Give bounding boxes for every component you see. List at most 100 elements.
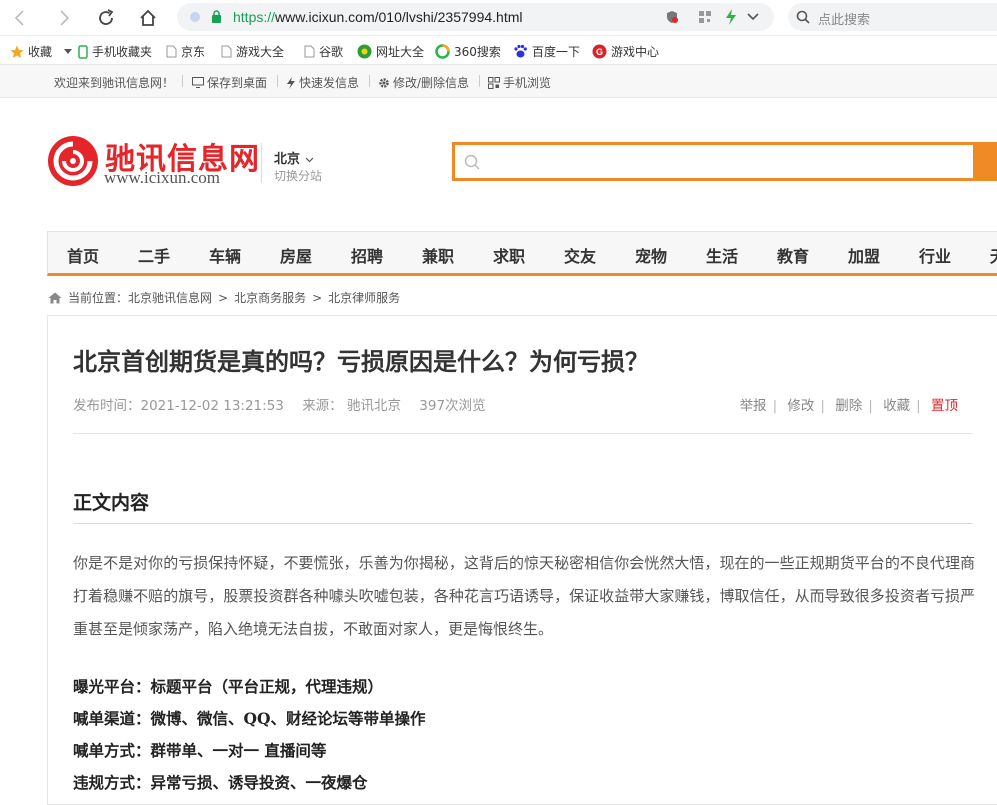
- nav-parttime[interactable]: 兼职: [422, 243, 454, 267]
- qr-icon[interactable]: [699, 11, 711, 23]
- breadcrumb-prefix: 当前位置：: [68, 291, 129, 305]
- browser-search-input[interactable]: 点此搜索: [788, 3, 997, 31]
- view-count: 397次浏览: [419, 398, 486, 414]
- reload-icon[interactable]: [94, 6, 118, 30]
- edit-delete-link[interactable]: 修改/删除信息: [378, 74, 469, 91]
- delete-link[interactable]: 删除: [835, 398, 862, 414]
- breadcrumb: 当前位置： 北京驰讯信息网 > 北京商务服务 > 北京律师服务: [48, 289, 400, 306]
- nav-pets[interactable]: 宠物: [635, 243, 667, 267]
- edit-link[interactable]: 修改: [787, 398, 814, 414]
- pin-top-link[interactable]: 置顶: [931, 398, 958, 414]
- article-paragraph: 你是不是对你的亏损保持怀疑，不要慌张，乐善为你揭秘，这背后的惊天秘密相信你会恍然…: [73, 554, 975, 638]
- game-center-icon: G: [592, 44, 607, 59]
- site-top-bar: 欢迎来到驰讯信息网！ 保存到桌面 快速发信息 修改/删除信息 手机浏览: [0, 65, 997, 98]
- nav-industry[interactable]: 行业: [919, 243, 951, 267]
- site-info-icon[interactable]: [189, 11, 201, 23]
- divider: [369, 75, 370, 87]
- article-line: 喊单方式：群带单、一对一 直播间等: [73, 741, 327, 760]
- svg-text:G: G: [596, 47, 603, 57]
- article-source: 来源： 驰讯北京: [302, 398, 401, 414]
- forward-icon[interactable]: [52, 6, 76, 30]
- quick-post-link[interactable]: 快速发信息: [286, 74, 359, 91]
- report-link[interactable]: 举报: [740, 398, 767, 414]
- article-actions: 举报 | 修改 | 删除 | 收藏 | 置顶: [739, 398, 958, 414]
- nav-life[interactable]: 生活: [706, 243, 738, 267]
- page-icon: [166, 45, 177, 58]
- divider: [182, 75, 183, 87]
- browser-toolbar: https://www.icixun.com/010/lvshi/2357994…: [0, 0, 997, 36]
- breadcrumb-link[interactable]: 北京律师服务: [328, 289, 400, 306]
- nav-home[interactable]: 首页: [67, 243, 99, 267]
- search-icon: [464, 154, 480, 170]
- nav-education[interactable]: 教育: [777, 243, 809, 267]
- bookmark-favorites[interactable]: 收藏: [10, 43, 73, 60]
- lightning-icon[interactable]: [725, 9, 737, 25]
- page-icon: [221, 45, 232, 58]
- search-icon: [796, 10, 810, 24]
- nav-housing[interactable]: 房屋: [280, 243, 312, 267]
- bookmark-jd[interactable]: 京东: [166, 43, 205, 60]
- nav-more[interactable]: 无: [990, 243, 997, 267]
- back-icon[interactable]: [8, 6, 32, 30]
- breadcrumb-separator: >: [312, 290, 323, 305]
- section-title: 正文内容: [73, 492, 150, 514]
- phone-icon: [78, 44, 88, 59]
- publish-time: 发布时间：2021-12-02 13:21:53: [73, 398, 284, 414]
- main-nav: 首页 二手 车辆 房屋 招聘 兼职 求职 交友 宠物 生活 教育 加盟 行业 无: [47, 231, 997, 276]
- divider: [261, 143, 262, 183]
- nav-vehicles[interactable]: 车辆: [209, 243, 241, 267]
- star-icon: [10, 45, 24, 58]
- caret-down-icon: [64, 48, 73, 54]
- address-bar[interactable]: https://www.icixun.com/010/lvshi/2357994…: [177, 3, 774, 31]
- article-line: 违规方式：异常亏损、诱导投资、一夜爆仓: [73, 773, 368, 792]
- switch-city-link[interactable]: 切换分站: [274, 167, 322, 184]
- gear-icon: [379, 77, 389, 88]
- logo-url: www.icixun.com: [104, 168, 220, 187]
- qr-icon: [488, 76, 500, 89]
- bookmark-baidu[interactable]: 百度一下: [513, 43, 580, 60]
- chevron-down-icon[interactable]: [747, 13, 759, 21]
- bookmark-mobile[interactable]: 手机收藏夹: [78, 43, 152, 60]
- nav-recruit[interactable]: 招聘: [351, 243, 383, 267]
- 360-search-icon: [435, 44, 450, 59]
- chevron-down-icon: [305, 157, 313, 163]
- nav-dating[interactable]: 交友: [564, 243, 596, 267]
- lightning-icon: [287, 76, 295, 89]
- save-to-desktop-link[interactable]: 保存到桌面: [192, 74, 267, 91]
- breadcrumb-link[interactable]: 北京驰讯信息网: [128, 289, 212, 306]
- article-line: 曝光平台：标题平台（平台正规，代理违规）: [73, 677, 384, 696]
- divider: [479, 75, 480, 87]
- divider: [277, 75, 278, 87]
- divider: [73, 523, 973, 524]
- welcome-text: 欢迎来到驰讯信息网！: [54, 76, 175, 90]
- current-city[interactable]: 北京: [274, 148, 314, 167]
- baidu-paw-icon: [514, 44, 527, 58]
- bookmarks-bar: 收藏 手机收藏夹 京东 游戏大全 谷歌 网址大全 360搜索 百度一下 G 游戏…: [0, 36, 997, 65]
- bookmark-hao[interactable]: 网址大全: [357, 43, 424, 60]
- mobile-view-link[interactable]: 手机浏览: [488, 74, 551, 91]
- breadcrumb-link[interactable]: 北京商务服务: [234, 289, 306, 306]
- shield-icon[interactable]: [665, 10, 679, 24]
- page-icon: [304, 45, 315, 58]
- home-icon: [48, 292, 62, 303]
- monitor-icon: [192, 77, 204, 88]
- site-search-button[interactable]: [976, 142, 997, 181]
- nav-secondhand[interactable]: 二手: [138, 243, 170, 267]
- article-title: 北京首创期货是真的吗？亏损原因是什么？为何亏损？: [73, 348, 649, 376]
- bookmark-360[interactable]: 360搜索: [435, 43, 501, 60]
- lock-icon: [212, 10, 221, 23]
- favorite-link[interactable]: 收藏: [883, 398, 910, 414]
- article-meta: 发布时间：2021-12-02 13:21:53 来源： 驰讯北京 397次浏览: [73, 394, 500, 414]
- bookmark-games[interactable]: 游戏大全: [221, 43, 284, 60]
- logo-mark[interactable]: [48, 136, 98, 186]
- divider: [73, 433, 973, 434]
- home-icon[interactable]: [136, 6, 160, 30]
- breadcrumb-separator: >: [218, 290, 229, 305]
- site-nav-icon: [357, 44, 372, 59]
- nav-jobseek[interactable]: 求职: [493, 243, 525, 267]
- nav-franchise[interactable]: 加盟: [848, 243, 880, 267]
- article-line: 喊单渠道：微博、微信、QQ、财经论坛等带单操作: [73, 709, 426, 728]
- site-search-input[interactable]: [452, 142, 976, 181]
- bookmark-gamecenter[interactable]: G 游戏中心: [592, 43, 659, 60]
- bookmark-google[interactable]: 谷歌: [304, 43, 343, 60]
